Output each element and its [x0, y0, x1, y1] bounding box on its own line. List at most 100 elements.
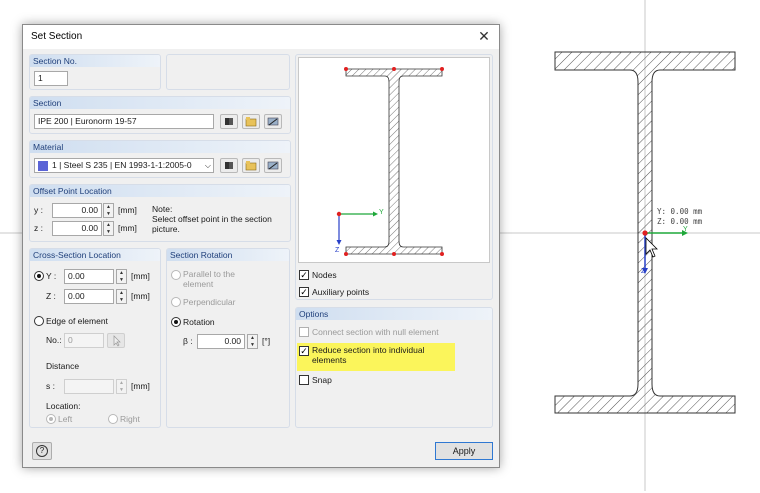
location-right-label: Right — [120, 414, 140, 424]
cross-y-input[interactable]: 0.00 — [64, 269, 114, 284]
canvas-z-readout: Z: 0.00 mm — [657, 217, 703, 226]
material-value: 1 | Steel S 235 | EN 1993-1-1:2005-0 — [52, 160, 192, 170]
edit-icon — [267, 117, 279, 126]
beta-input[interactable]: 0.00 — [197, 334, 245, 349]
options-group: Options Connect section with null elemen… — [295, 307, 493, 428]
material-header: Material — [30, 141, 290, 153]
help-button[interactable]: ? — [32, 442, 52, 460]
section-preview[interactable]: Y Z — [298, 57, 490, 263]
reduce-section-label: Reduce section into individual elements — [312, 345, 425, 365]
rotation-label: Rotation — [183, 317, 215, 327]
cursor-pick-icon — [113, 335, 121, 347]
offset-y-unit: [mm] — [118, 205, 137, 215]
offset-y-label: y : — [34, 205, 43, 215]
snap-checkbox[interactable] — [299, 375, 309, 385]
parallel-label: Parallel to the element — [183, 269, 235, 289]
preview-y-axis-label: Y — [379, 209, 384, 216]
distance-label: Distance — [46, 361, 80, 371]
section-group: Section IPE 200 | Euronorm 19-57 — [29, 96, 291, 134]
canvas-y-readout: Y: 0.00 mm — [657, 207, 703, 216]
distance-s-spinner[interactable]: ▲ ▼ — [116, 379, 127, 394]
rotation-radio[interactable] — [171, 317, 181, 327]
edit-icon — [267, 161, 279, 170]
location-left-radio[interactable] — [46, 414, 56, 424]
preview-z-axis-label: Z — [335, 247, 340, 254]
cross-y-label: Y : — [46, 271, 57, 281]
section-preview-drawing — [336, 67, 444, 256]
perpendicular-radio[interactable] — [171, 297, 181, 307]
edge-of-element-radio[interactable] — [34, 316, 44, 326]
connect-null-element-checkbox[interactable] — [299, 327, 309, 337]
preview-group: Y Z ✓ Nodes ✓ Auxiliary points — [295, 54, 493, 300]
offset-group: Offset Point Location y : 0.00 ▲ ▼ [mm] z… — [29, 184, 291, 242]
chevron-down-icon: ⌵ — [204, 161, 211, 170]
section-rotation-group: Section Rotation Parallel to the element… — [166, 248, 290, 428]
perpendicular-label: Perpendicular — [183, 297, 236, 307]
offset-note: Note: Select offset point in the section… — [152, 204, 272, 234]
location-left-label: Left — [58, 414, 73, 424]
parallel-radio[interactable] — [171, 270, 181, 280]
material-new-button[interactable] — [242, 158, 260, 173]
element-no-label: No.: — [46, 335, 62, 345]
pick-element-button[interactable] — [107, 333, 125, 348]
distance-s-unit: [mm] — [131, 381, 150, 391]
offset-y-spinner[interactable]: ▲ ▼ — [103, 203, 114, 218]
location-right-radio[interactable] — [108, 414, 118, 424]
reduce-section-checkbox[interactable]: ✓ — [299, 346, 309, 356]
section-new-button[interactable] — [242, 114, 260, 129]
canvas-z-axis-label: Z — [641, 268, 646, 275]
book-icon — [225, 162, 233, 169]
distance-s-label: s : — [46, 381, 55, 391]
snap-label: Snap — [312, 375, 332, 385]
offset-header: Offset Point Location — [30, 185, 290, 197]
help-icon: ? — [36, 445, 48, 457]
cross-z-input[interactable]: 0.00 — [64, 289, 114, 304]
apply-button[interactable]: Apply — [435, 442, 493, 460]
beta-label: β : — [183, 336, 193, 346]
edge-of-element-label: Edge of element — [46, 316, 108, 326]
offset-y-input[interactable]: 0.00 — [52, 203, 102, 218]
auxiliary-points-label: Auxiliary points — [312, 287, 370, 297]
dialog-titlebar: Set Section ✕ — [23, 25, 499, 49]
section-no-group: Section No. 1 — [29, 54, 161, 90]
material-library-button[interactable] — [220, 158, 238, 173]
blank-panel — [166, 54, 290, 90]
options-header: Options — [296, 308, 492, 320]
auxiliary-points-checkbox[interactable]: ✓ — [299, 287, 309, 297]
beta-spinner[interactable]: ▲ ▼ — [247, 334, 258, 349]
cross-y-spinner[interactable]: ▲ ▼ — [116, 269, 127, 284]
beta-unit: [°] — [262, 336, 271, 346]
cross-section-coordinates-radio[interactable] — [34, 271, 44, 281]
cross-section-header: Cross-Section Location — [30, 249, 160, 261]
section-library-button[interactable] — [220, 114, 238, 129]
element-no-input[interactable]: 0 — [64, 333, 104, 348]
distance-s-input[interactable] — [64, 379, 114, 394]
cross-z-spinner[interactable]: ▲ ▼ — [116, 289, 127, 304]
offset-z-unit: [mm] — [118, 223, 137, 233]
cross-z-label: Z : — [46, 291, 56, 301]
cross-z-unit: [mm] — [131, 291, 150, 301]
nodes-checkbox[interactable]: ✓ — [299, 270, 309, 280]
material-group: Material 1 | Steel S 235 | EN 1993-1-1:2… — [29, 140, 291, 178]
book-icon — [225, 118, 233, 125]
cross-y-unit: [mm] — [131, 271, 150, 281]
offset-z-label: z : — [34, 223, 43, 233]
material-select[interactable]: 1 | Steel S 235 | EN 1993-1-1:2005-0 ⌵ — [34, 158, 214, 173]
section-no-input[interactable]: 1 — [34, 71, 68, 86]
section-rotation-header: Section Rotation — [167, 249, 289, 261]
dialog-title: Set Section — [31, 31, 83, 42]
offset-z-spinner[interactable]: ▲ ▼ — [103, 221, 114, 236]
connect-null-element-label: Connect section with null element — [312, 327, 439, 337]
location-label: Location: — [46, 401, 81, 411]
material-edit-button[interactable] — [264, 158, 282, 173]
section-input[interactable]: IPE 200 | Euronorm 19-57 — [34, 114, 214, 129]
section-edit-button[interactable] — [264, 114, 282, 129]
section-header: Section — [30, 97, 290, 109]
set-section-dialog: Set Section ✕ Section No. 1 Section IPE … — [22, 24, 500, 468]
folder-icon — [245, 161, 257, 171]
close-icon[interactable]: ✕ — [475, 27, 493, 45]
canvas-y-axis-label: Y — [683, 226, 688, 233]
material-color-swatch — [38, 161, 48, 171]
folder-icon — [245, 117, 257, 127]
offset-z-input[interactable]: 0.00 — [52, 221, 102, 236]
